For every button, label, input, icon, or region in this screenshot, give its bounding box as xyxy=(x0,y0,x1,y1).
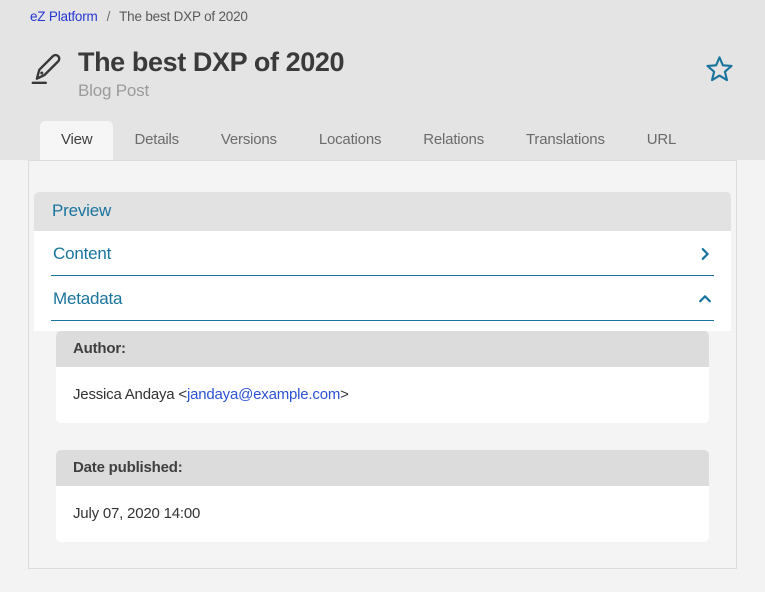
tab-bar: View Details Versions Locations Relation… xyxy=(0,101,765,160)
author-field-value: Jessica Andaya <jandaya@example.com> xyxy=(56,367,709,423)
author-name-text: Jessica Andaya < xyxy=(73,386,187,403)
star-icon xyxy=(704,53,735,84)
chevron-up-icon xyxy=(698,292,712,306)
tab-url[interactable]: URL xyxy=(626,121,697,160)
bookmark-button[interactable] xyxy=(702,51,737,86)
author-email-link[interactable]: jandaya@example.com xyxy=(187,386,340,403)
field-group-author: Author: Jessica Andaya <jandaya@example.… xyxy=(56,331,709,423)
tab-details[interactable]: Details xyxy=(113,121,199,160)
tab-view[interactable]: View xyxy=(40,121,113,160)
tab-relations[interactable]: Relations xyxy=(402,121,505,160)
date-published-field-value: July 07, 2020 14:00 xyxy=(56,486,709,542)
view-tab-panel: Preview Content Metadata xyxy=(28,160,737,569)
author-field-label: Author: xyxy=(56,331,709,367)
author-value-suffix: > xyxy=(340,386,349,403)
accordion-content-label: Content xyxy=(53,244,111,264)
accordion-section-content[interactable]: Content xyxy=(51,231,714,276)
main-area: Preview Content Metadata xyxy=(0,160,765,584)
page-title: The best DXP of 2020 xyxy=(78,47,344,78)
pen-icon xyxy=(28,49,68,87)
field-group-date-published: Date published: July 07, 2020 14:00 xyxy=(56,450,709,542)
breadcrumb-separator: / xyxy=(107,9,111,24)
tab-locations[interactable]: Locations xyxy=(298,121,402,160)
tab-versions[interactable]: Versions xyxy=(200,121,298,160)
content-type-label: Blog Post xyxy=(78,81,344,101)
title-block: The best DXP of 2020 Blog Post xyxy=(78,47,344,101)
accordion-metadata-label: Metadata xyxy=(53,289,122,309)
breadcrumb: eZ Platform / The best DXP of 2020 xyxy=(0,0,765,24)
chevron-right-icon xyxy=(698,247,712,261)
date-published-field-label: Date published: xyxy=(56,450,709,486)
accordion-section-metadata[interactable]: Metadata xyxy=(51,276,714,321)
metadata-expanded-body: Author: Jessica Andaya <jandaya@example.… xyxy=(34,331,731,542)
tab-translations[interactable]: Translations xyxy=(505,121,626,160)
title-row: The best DXP of 2020 Blog Post xyxy=(0,24,765,101)
breadcrumb-current: The best DXP of 2020 xyxy=(119,9,248,24)
accordion: Content Metadata xyxy=(34,231,731,331)
preview-section-header: Preview xyxy=(34,192,731,231)
preview-title: Preview xyxy=(52,201,111,220)
page-header: eZ Platform / The best DXP of 2020 The b… xyxy=(0,0,765,160)
breadcrumb-root-link[interactable]: eZ Platform xyxy=(30,9,98,24)
